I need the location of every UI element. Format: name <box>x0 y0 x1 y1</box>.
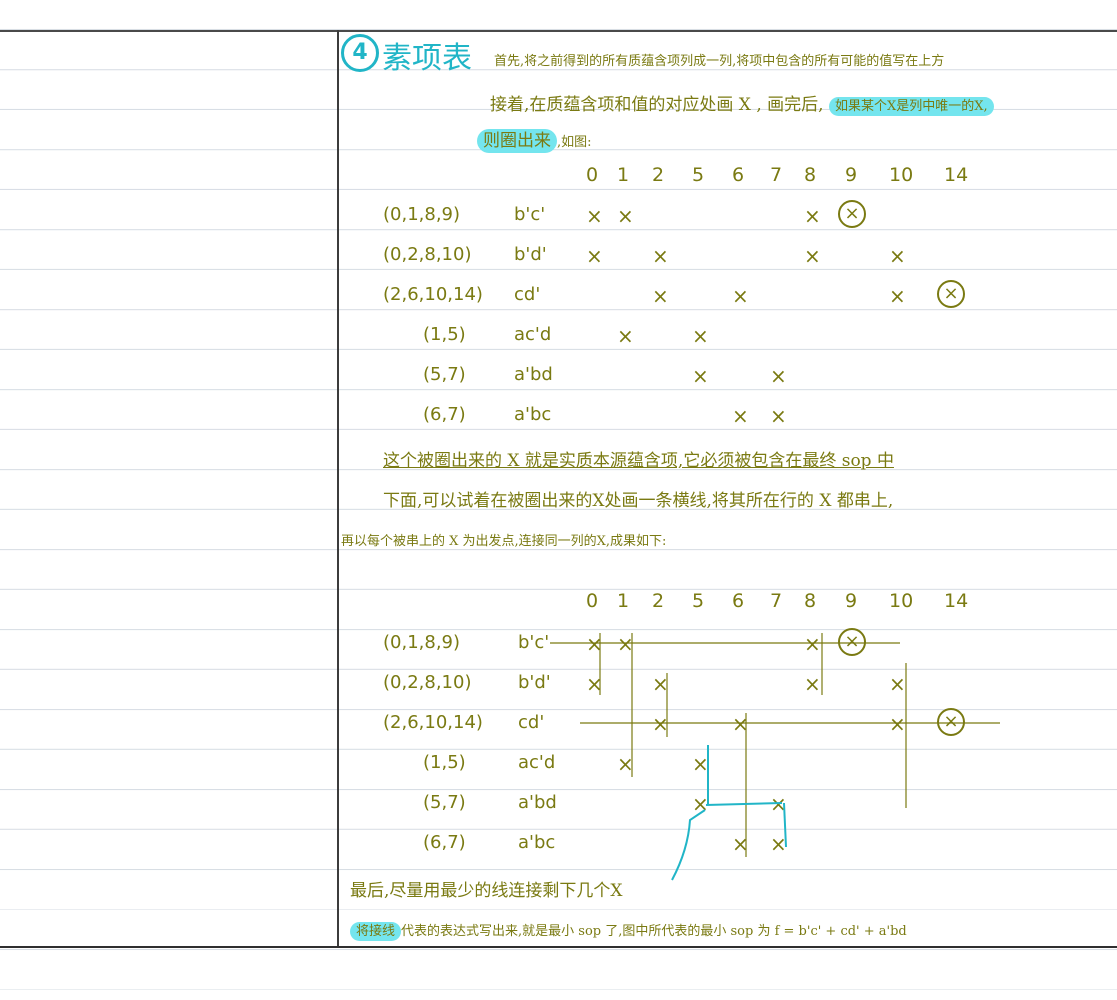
highlight-connecting-lines: 将接线 <box>350 922 402 941</box>
blue-arrow <box>671 809 706 881</box>
connection-lines <box>550 633 1000 881</box>
paragraph-result-text: 代表的表达式写出来,就是最小 sop 了,图中所代表的最小 sop 为 f = … <box>401 924 907 939</box>
blue-line-row5-7 <box>705 802 783 806</box>
blue-line-col7 <box>783 802 787 848</box>
paragraph-result: 将接线 代表的表达式写出来,就是最小 sop 了,图中所代表的最小 sop 为 f… <box>350 920 907 941</box>
paragraph-final: 最后,尽量用最少的线连接剩下几个X <box>350 881 623 901</box>
notebook-page: 4 素项表 首先,将之前得到的所有质蕴含项列成一列,将项中包含的所有可能的值写在… <box>0 0 1117 1000</box>
